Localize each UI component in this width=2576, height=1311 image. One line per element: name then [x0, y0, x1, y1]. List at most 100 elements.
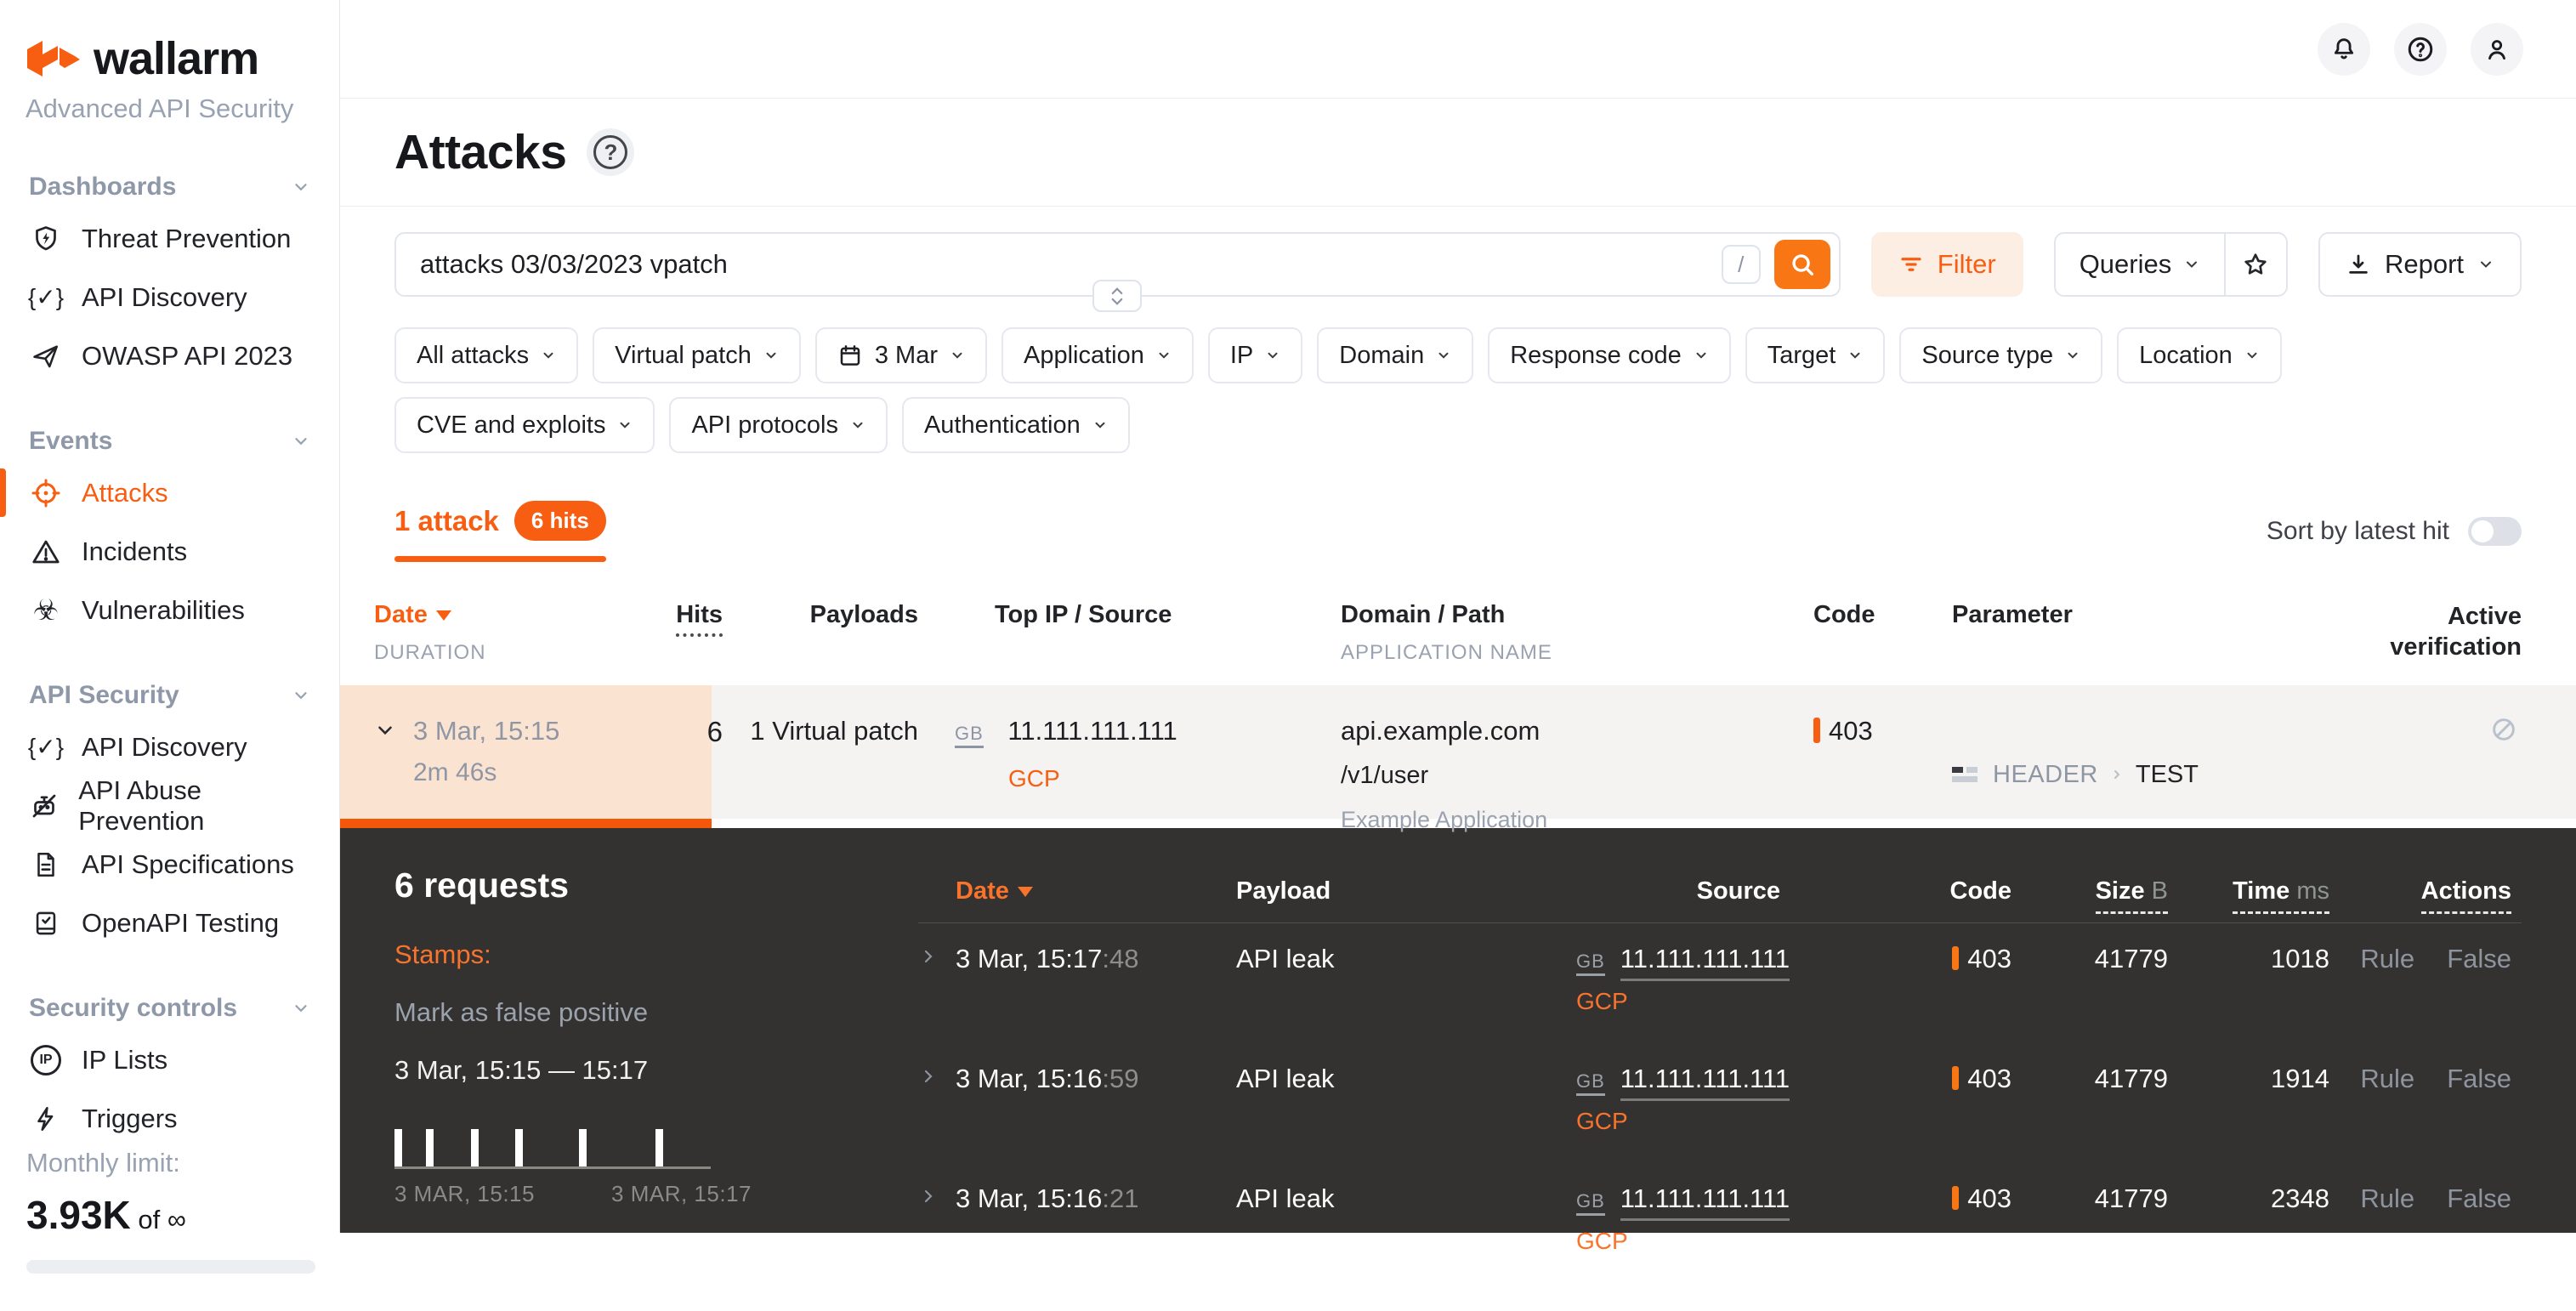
braces-check-icon: {✓}: [29, 286, 63, 309]
help-icon[interactable]: [2394, 23, 2447, 76]
warning-triangle-icon: [29, 536, 63, 567]
attack-row[interactable]: 3 Mar, 15:15 2m 46s 6 1 Virtual patch GB…: [340, 685, 2576, 828]
chevron-down-icon: [292, 999, 310, 1018]
section-dashboards[interactable]: Dashboards: [0, 165, 339, 209]
chevron-down-icon: [2477, 256, 2494, 273]
column-code: Code: [1780, 865, 2011, 905]
titlebar: Attacks ?: [340, 99, 2576, 207]
rule-action[interactable]: Rule: [2360, 1064, 2414, 1094]
expand-chevron-icon[interactable]: [918, 1186, 956, 1206]
sidebar-item-incidents[interactable]: Incidents: [0, 522, 339, 581]
false-action[interactable]: False: [2447, 1183, 2511, 1214]
biohazard-icon: ☣: [29, 596, 63, 625]
attacks-tab[interactable]: 1 attack 6 hits: [394, 501, 606, 562]
sidebar-item-openapi-testing[interactable]: OpenAPI Testing: [0, 894, 339, 952]
status-tick: [1952, 1066, 1959, 1090]
search-input[interactable]: [420, 249, 1722, 280]
section-events[interactable]: Events: [0, 419, 339, 463]
chip-domain[interactable]: Domain: [1317, 327, 1473, 383]
attack-details-panel: 6 requests Stamps: Mark as false positiv…: [340, 828, 2576, 1233]
country-badge: GB: [1576, 951, 1605, 976]
sidebar-item-owasp-api-2023[interactable]: OWASP API 2023: [0, 326, 339, 385]
chip-source-type[interactable]: Source type: [1899, 327, 2102, 383]
braces-check-icon: {✓}: [29, 735, 63, 759]
chip-date[interactable]: 3 Mar: [815, 327, 987, 383]
source-tag[interactable]: GCP: [1576, 1228, 1790, 1255]
chip-response-code[interactable]: Response code: [1488, 327, 1731, 383]
column-date[interactable]: Date: [956, 865, 1236, 905]
chip-application[interactable]: Application: [1001, 327, 1194, 383]
slash-shortcut-key: /: [1722, 245, 1761, 284]
chip-location[interactable]: Location: [2117, 327, 2282, 383]
sidebar-item-api-abuse-prevention[interactable]: API Abuse Prevention: [0, 776, 339, 835]
favorite-star-button[interactable]: [2226, 234, 2286, 295]
source-tag[interactable]: GCP: [1576, 988, 1790, 1015]
search-expander[interactable]: [1092, 280, 1142, 312]
attack-path: /v1/user: [1341, 762, 1802, 790]
request-ip[interactable]: 11.111.111.111: [1620, 1183, 1790, 1221]
sidebar-item-api-discovery-2[interactable]: {✓} API Discovery: [0, 718, 339, 776]
sidebar-item-attacks[interactable]: Attacks: [0, 463, 339, 522]
user-icon[interactable]: [2471, 23, 2523, 76]
column-hits[interactable]: Hits: [676, 601, 723, 637]
status-tick: [1813, 718, 1820, 743]
sort-by-latest-hit-toggle[interactable]: [2468, 517, 2522, 546]
chip-ip[interactable]: IP: [1208, 327, 1302, 383]
report-button[interactable]: Report: [2318, 232, 2522, 297]
search-button[interactable]: [1774, 240, 1830, 289]
chip-all-attacks[interactable]: All attacks: [394, 327, 578, 383]
chart-start-label: 3 MAR, 15:15: [394, 1181, 535, 1207]
chip-cve-exploits[interactable]: CVE and exploits: [394, 397, 655, 453]
column-time[interactable]: Time ms: [2168, 865, 2329, 905]
sidebar-item-triggers[interactable]: Triggers: [0, 1089, 339, 1148]
notifications-bell-icon[interactable]: [2318, 23, 2370, 76]
request-ip[interactable]: 11.111.111.111: [1620, 1064, 1790, 1101]
chip-target[interactable]: Target: [1745, 327, 1886, 383]
sidebar: wallarm Advanced API Security Dashboards…: [0, 0, 340, 1233]
expand-chevron-icon[interactable]: [918, 946, 956, 967]
mark-false-positive-link[interactable]: Mark as false positive: [394, 997, 871, 1028]
attack-ip[interactable]: 11.111.111.111: [1007, 716, 1177, 746]
country-badge: GB: [1576, 1190, 1605, 1216]
chip-authentication[interactable]: Authentication: [902, 397, 1130, 453]
request-row[interactable]: 3 Mar, 15:17:48 API leak GB11.111.111.11…: [918, 923, 2522, 1043]
rule-action[interactable]: Rule: [2360, 1183, 2414, 1214]
sidebar-item-label: Incidents: [82, 536, 187, 567]
monthly-limit-value: 3.93K: [26, 1193, 131, 1237]
expand-chevron-icon[interactable]: [918, 1066, 956, 1087]
source-tag[interactable]: GCP: [1576, 1108, 1790, 1135]
chip-virtual-patch[interactable]: Virtual patch: [593, 327, 801, 383]
chevron-down-icon: [292, 178, 310, 196]
requests-table-header: Date Payload Source Code Size B Time ms …: [918, 865, 2522, 905]
sidebar-item-ip-lists[interactable]: IP IP Lists: [0, 1030, 339, 1089]
false-action[interactable]: False: [2447, 944, 2511, 974]
column-date[interactable]: Date: [374, 601, 451, 629]
sidebar-item-label: API Specifications: [82, 849, 294, 880]
false-action[interactable]: False: [2447, 1064, 2511, 1094]
sidebar-item-vulnerabilities[interactable]: ☣ Vulnerabilities: [0, 581, 339, 639]
rule-action[interactable]: Rule: [2360, 944, 2414, 974]
section-security-controls[interactable]: Security controls: [0, 986, 339, 1030]
sidebar-item-api-specifications[interactable]: API Specifications: [0, 835, 339, 894]
request-ip[interactable]: 11.111.111.111: [1620, 944, 1790, 981]
queries-group: Queries: [2054, 232, 2288, 297]
filter-button[interactable]: Filter: [1871, 232, 2023, 297]
book-check-icon: [29, 909, 63, 938]
column-parameter: Parameter: [1952, 601, 2073, 628]
app-root: wallarm Advanced API Security Dashboards…: [0, 0, 2576, 1233]
request-row[interactable]: 3 Mar, 15:16:59 API leak GB11.111.111.11…: [918, 1043, 2522, 1163]
sidebar-item-threat-prevention[interactable]: Threat Prevention: [0, 209, 339, 268]
queries-button[interactable]: Queries: [2056, 234, 2225, 295]
request-time: 2348: [2168, 1183, 2329, 1214]
section-api-security[interactable]: API Security: [0, 673, 339, 718]
chip-api-protocols[interactable]: API protocols: [669, 397, 887, 453]
sidebar-item-label: Threat Prevention: [82, 224, 291, 254]
request-date: 3 Mar, 15:17: [956, 944, 1102, 973]
sidebar-item-api-discovery[interactable]: {✓} API Discovery: [0, 268, 339, 326]
request-row[interactable]: 3 Mar, 15:16:21 API leak GB11.111.111.11…: [918, 1163, 2522, 1283]
page-help-icon[interactable]: ?: [587, 128, 634, 176]
collapse-chevron-icon[interactable]: [374, 719, 396, 833]
column-actions[interactable]: Actions: [2329, 865, 2522, 905]
source-tag[interactable]: GCP: [1008, 765, 1326, 792]
column-size[interactable]: Size B: [2011, 865, 2168, 905]
